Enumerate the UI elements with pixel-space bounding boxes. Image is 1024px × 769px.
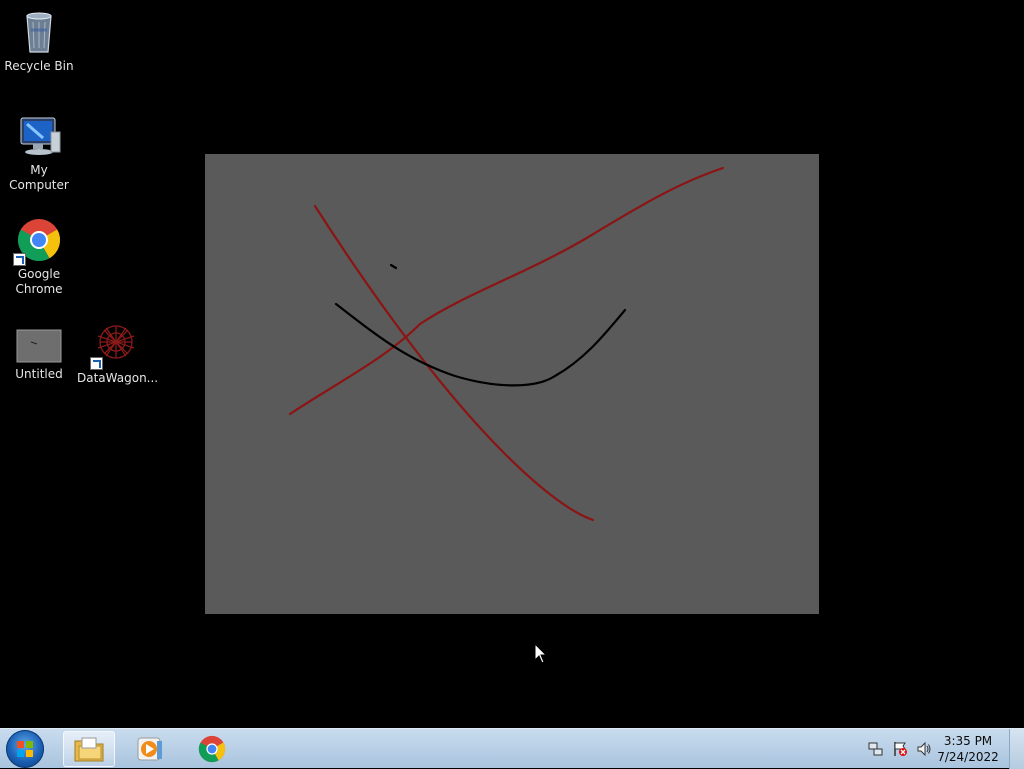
computer-icon	[15, 112, 63, 160]
desktop-icon-label: My Computer	[9, 163, 69, 192]
desktop-icon-label: Untitled	[15, 367, 63, 381]
clock-date: 7/24/2022	[937, 750, 999, 764]
shortcut-arrow-icon	[13, 253, 26, 266]
chrome-icon	[198, 735, 226, 763]
system-tray	[868, 729, 932, 769]
mouse-cursor	[534, 642, 548, 669]
show-desktop-button[interactable]	[1009, 729, 1024, 769]
red-stroke-rising	[288, 166, 725, 416]
desktop: Recycle Bin My Computer Google Chrome Un…	[0, 0, 1024, 728]
desktop-icon-label: Recycle Bin	[4, 59, 74, 73]
datawagon-icon	[90, 320, 140, 370]
start-button[interactable]	[6, 730, 44, 768]
desktop-icon-my-computer[interactable]: My Computer	[0, 112, 78, 193]
red-stroke-diagonal	[313, 204, 595, 522]
desktop-icon-recycle-bin[interactable]: Recycle Bin	[0, 8, 78, 74]
shortcut-arrow-icon	[90, 357, 103, 370]
taskbar-clock[interactable]: 3:35 PM 7/24/2022	[936, 733, 1000, 765]
chrome-icon	[13, 216, 63, 266]
taskbar-file-explorer[interactable]	[63, 731, 115, 767]
action-center-icon[interactable]	[892, 741, 908, 757]
file-explorer-icon	[74, 737, 104, 762]
desktop-icon-label: Google Chrome	[15, 267, 63, 296]
volume-icon[interactable]	[916, 741, 932, 757]
desktop-icon-untitled[interactable]: Untitled	[0, 328, 78, 382]
taskbar: 3:35 PM 7/24/2022	[0, 728, 1024, 769]
black-stroke-dot	[389, 263, 398, 270]
black-stroke-curve	[334, 302, 627, 387]
network-icon[interactable]	[868, 741, 884, 757]
drawing-strokes	[288, 166, 725, 522]
media-player-icon	[137, 737, 162, 761]
drawing-canvas[interactable]	[205, 154, 819, 614]
clock-time: 3:35 PM	[943, 734, 993, 748]
desktop-icon-label: DataWagon...	[77, 371, 159, 385]
image-file-icon	[15, 328, 63, 364]
windows-start-icon	[17, 741, 33, 757]
taskbar-media-player[interactable]	[124, 731, 176, 767]
taskbar-chrome[interactable]	[186, 731, 238, 767]
desktop-icon-google-chrome[interactable]: Google Chrome	[0, 216, 78, 297]
recycle-bin-icon	[15, 8, 63, 56]
desktop-icon-datawagon[interactable]: DataWagon...	[77, 320, 159, 386]
